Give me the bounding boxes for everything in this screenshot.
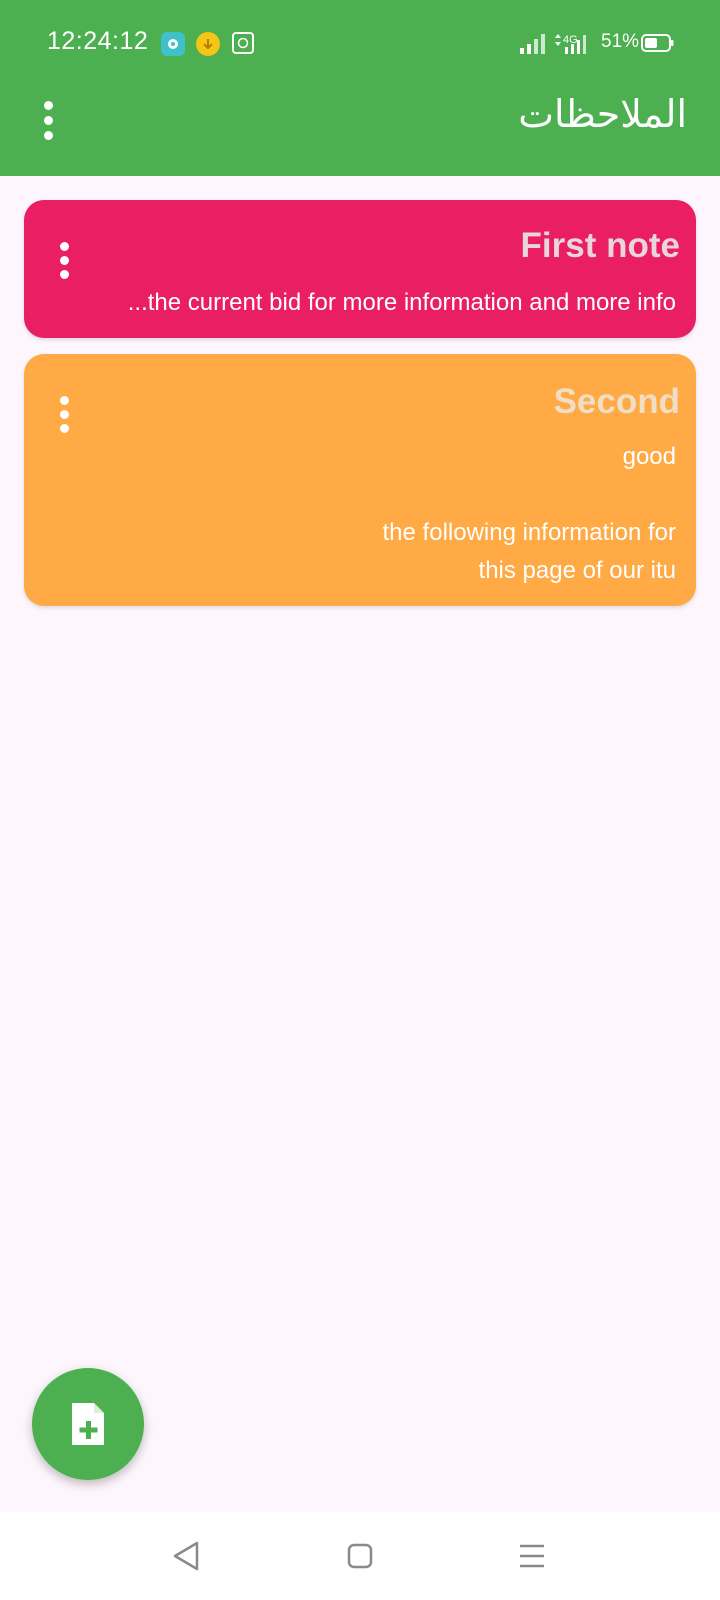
header: 12:24:12 4G 51% الملاحظات — [0, 0, 720, 176]
page-title: الملاحظات — [518, 94, 687, 136]
menu-dot — [59, 255, 69, 265]
menu-dot — [43, 115, 53, 125]
chat-app-icon — [161, 32, 185, 56]
note-more-icon[interactable] — [50, 238, 78, 282]
menu-dot — [43, 130, 53, 140]
home-icon[interactable] — [338, 1534, 382, 1578]
menu-dot — [59, 395, 69, 405]
quran-app-icon — [232, 32, 254, 54]
battery-icon — [641, 34, 674, 52]
note-title: First note — [520, 226, 680, 265]
menu-dot — [59, 269, 69, 279]
menu-dot — [59, 409, 69, 419]
app-menu-more-icon[interactable] — [28, 96, 68, 144]
mobile-data-icon: 4G — [555, 34, 586, 54]
download-app-icon — [196, 32, 220, 56]
note-card-second[interactable]: Second good the following information fo… — [24, 354, 696, 606]
back-icon[interactable] — [164, 1534, 208, 1578]
menu-dot — [43, 100, 53, 110]
menu-dot — [59, 241, 69, 251]
note-add-icon — [72, 1403, 104, 1445]
menu-dot — [59, 423, 69, 433]
note-body: good the following information for this … — [382, 443, 676, 584]
navigation-bar — [0, 1512, 720, 1600]
note-card-first[interactable]: First note ...the current bid for more i… — [24, 200, 696, 338]
add-note-button[interactable] — [32, 1368, 144, 1480]
status-bar: 12:24:12 4G 51% — [0, 0, 720, 88]
note-more-icon[interactable] — [50, 392, 78, 436]
note-title: Second — [553, 382, 680, 421]
status-time: 12:24:12 — [47, 27, 149, 55]
recents-icon[interactable] — [510, 1534, 554, 1578]
network-type-label: 4G — [563, 34, 578, 46]
note-body: ...the current bid for more information … — [127, 289, 676, 316]
signal-icon — [520, 34, 545, 54]
battery-percent: 51% — [601, 31, 640, 52]
